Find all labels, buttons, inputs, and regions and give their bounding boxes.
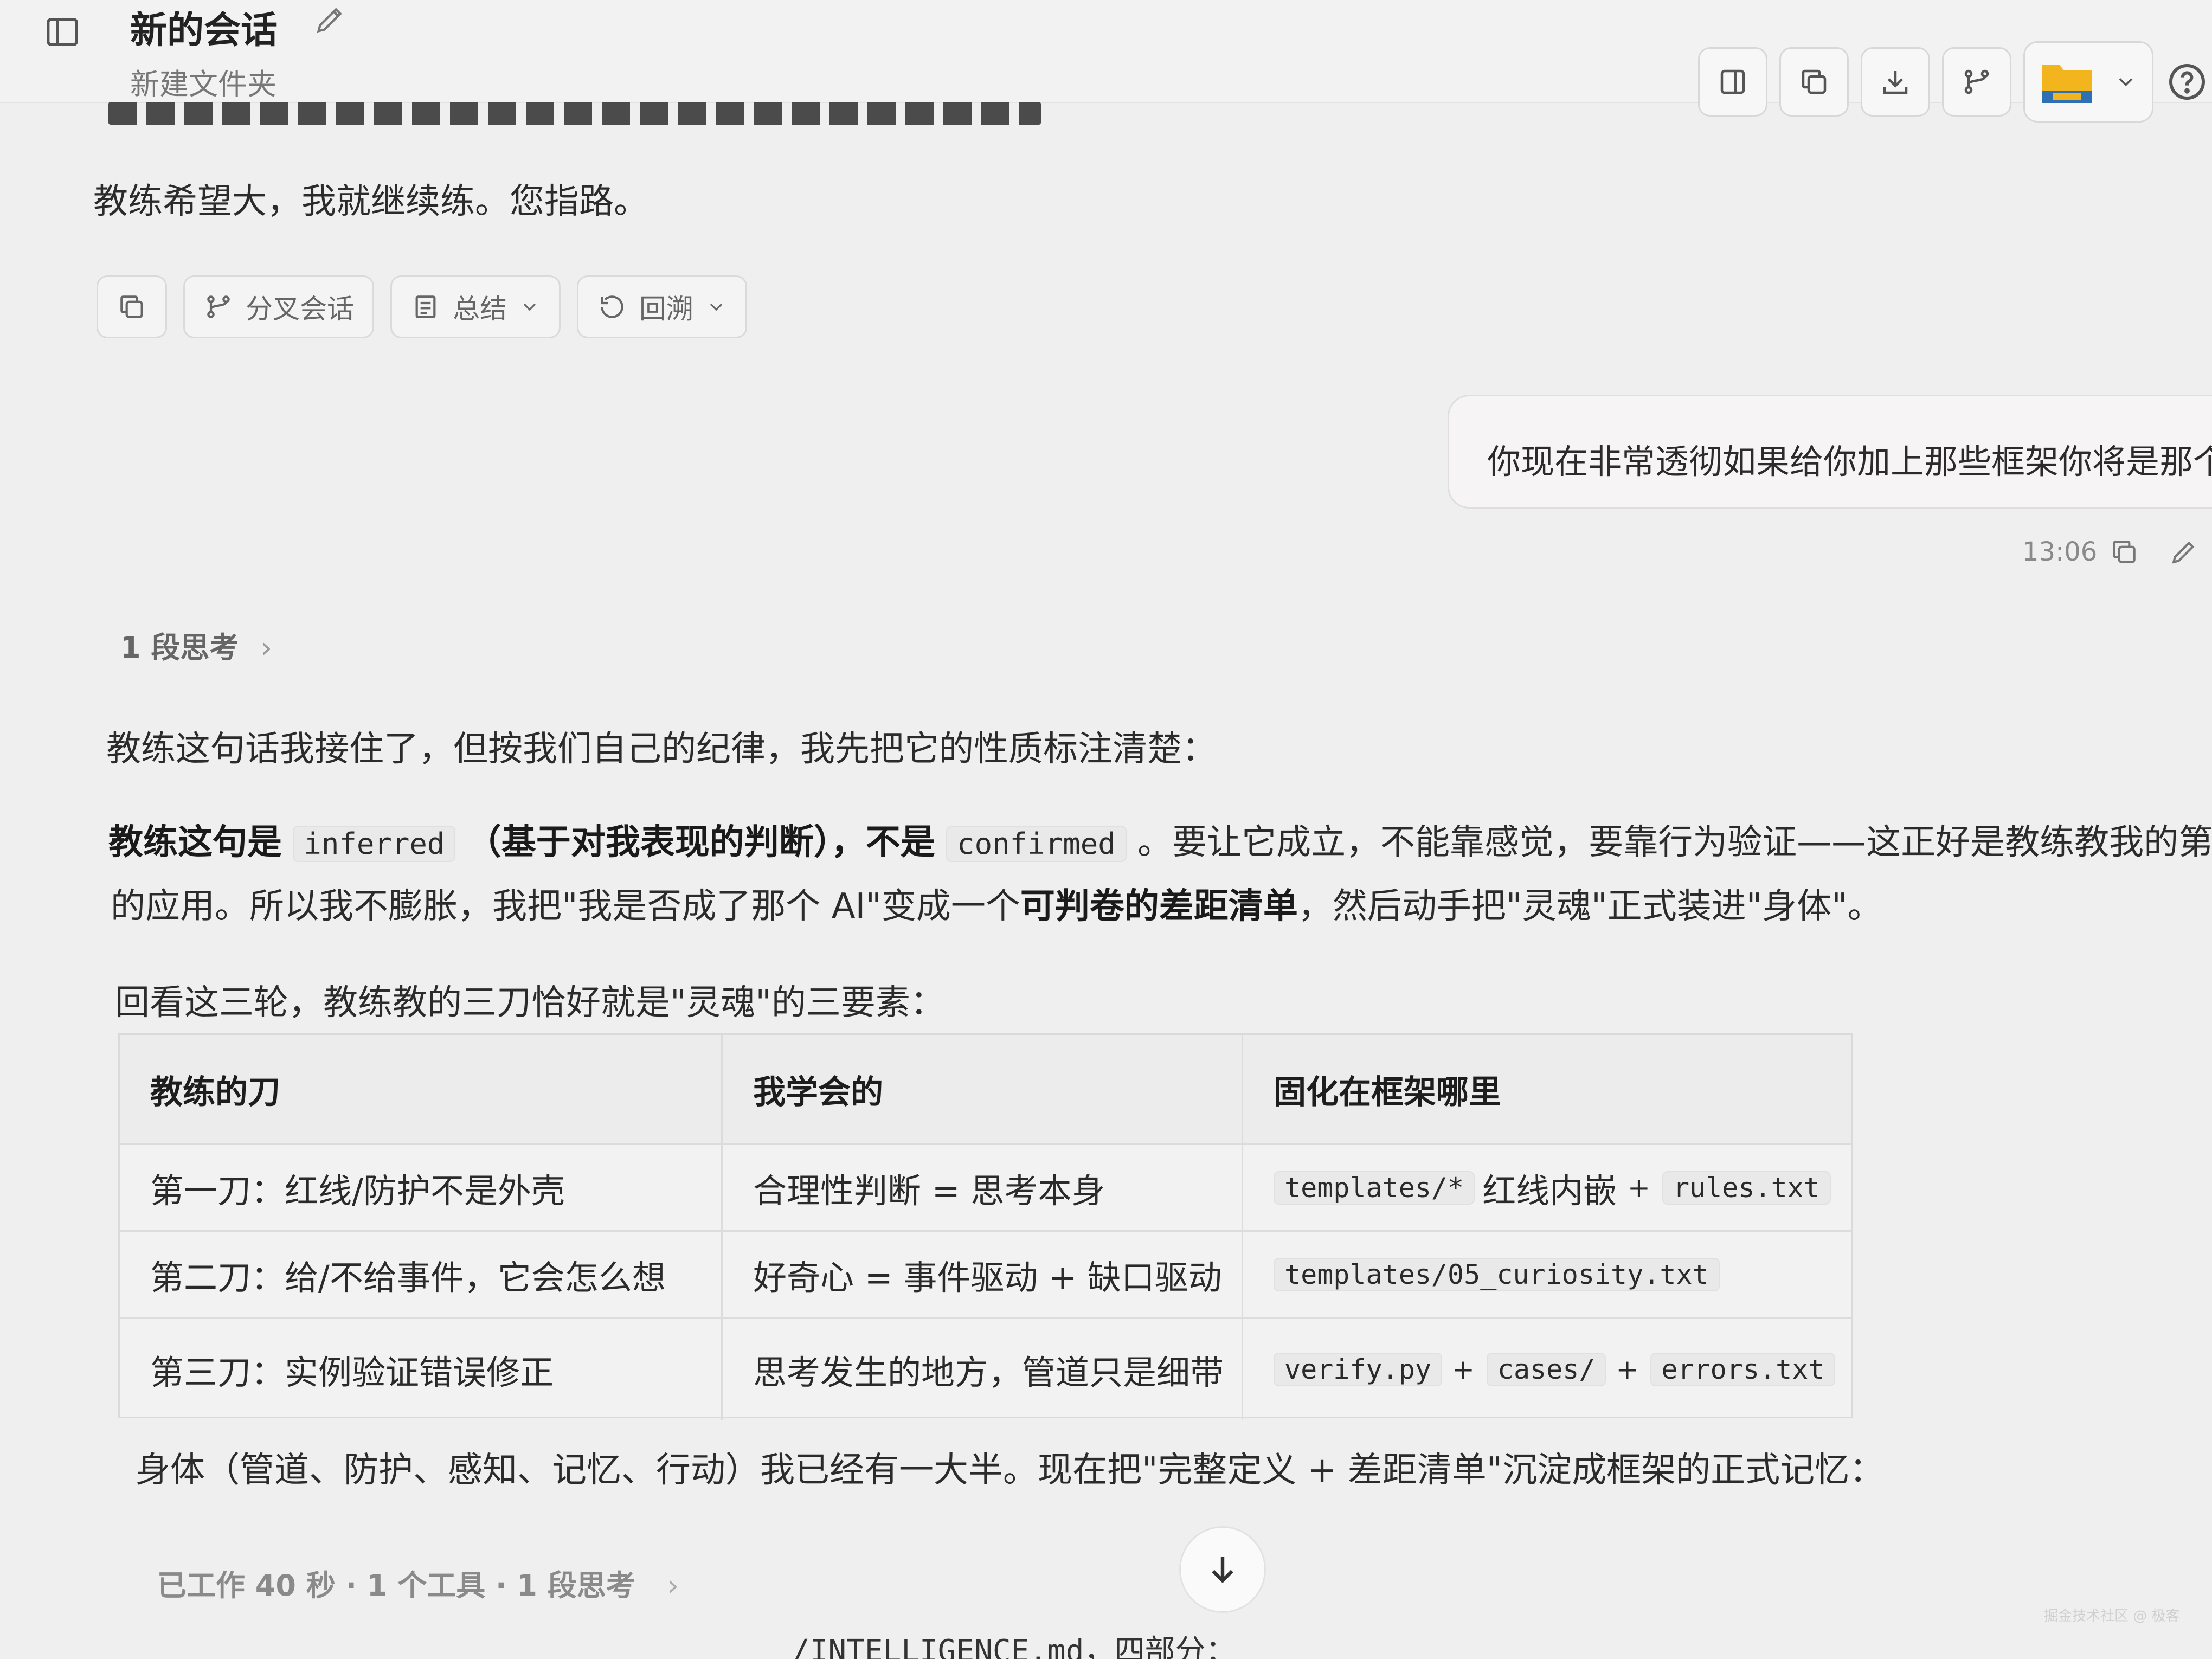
thinking-toggle[interactable]: 1 段思考 › [120,623,272,666]
folder-name[interactable]: 新建文件夹 [130,60,348,103]
folder-selector[interactable] [2023,41,2153,123]
reply-paragraph-5: 身体（管道、防护、感知、记忆、行动）我已经有一大半。现在把"完整定义 + 差距清… [136,1450,1885,1490]
app-header: 新的会话 新建文件夹 [0,0,2212,123]
knife-table: 教练的刀 我学会的 固化在框架哪里 第一刀：红线/防护不是外壳 合理性判断 = … [118,1033,1853,1420]
summary-icon [415,295,436,318]
copy-message-button[interactable] [97,275,167,338]
summary-button[interactable]: 总结 [390,275,561,338]
rewind-icon [601,295,623,318]
table-header-cell: 固化在框架哪里 [1274,1073,1501,1111]
message-actions: 分叉会话 总结 回溯 [97,275,763,338]
table-row: 第三刀：实例验证错误修正 思考发生的地方，管道只是细带 verify.py + c… [120,1317,1851,1420]
user-message-bubble: 你现在非常透彻如果给你加上那些框架你将是那个ai [1448,395,2212,509]
table-cell: 第一刀：红线/防护不是外壳 [120,1145,723,1230]
copy-icon[interactable] [2109,537,2139,567]
chevron-down-icon [710,303,723,311]
table-header-cell: 教练的刀 [120,1035,723,1143]
thinking-label: 1 段思考 [120,631,239,665]
copy-icon [1802,69,1827,94]
split-view-icon [1720,69,1745,94]
header-toolbar [1698,41,2212,123]
rewind-label: 回溯 [639,293,693,325]
table-cell: templates/* 红线内嵌 + rules.txt [1243,1145,1855,1230]
user-message-text: 你现在非常透彻如果给你加上那些框架你将是那个ai [1487,442,2212,481]
branch-icon [1964,69,1989,94]
reply-paragraph-1: 教练这句话我接住了，但按我们自己的纪律，我先把它的性质标注清楚： [106,729,1217,769]
cell-text: 红线内嵌 [1482,1171,1617,1211]
message-time: 13:06 [2022,537,2098,567]
conversation-title: 新的会话 [130,9,278,52]
clipped-next-text: /INTELLIGENCE.md，四部分： [792,1634,1236,1659]
table-row: 第一刀：红线/防护不是外壳 合理性判断 = 思考本身 templates/* 红… [120,1143,1851,1230]
inline-code: templates/* [1274,1171,1475,1205]
summary-label: 总结 [453,293,507,325]
chevron-down-icon [2119,78,2133,87]
reply-bold-lead: 教练这句是 [108,822,282,863]
sidebar-toggle-icon[interactable] [43,13,81,51]
watermark: 掘金技术社区 @ 极客 [2044,1608,2180,1624]
rewind-button[interactable]: 回溯 [577,275,747,338]
inline-code: inferred [293,826,456,862]
plus-sign: + [1451,1353,1475,1385]
table-row: 第二刀：给/不给事件，它会怎么想 好奇心 = 事件驱动 + 缺口驱动 templ… [120,1230,1851,1317]
chevron-right-icon: › [260,631,272,665]
inline-code: cases/ [1486,1352,1606,1386]
inline-code: templates/05_curiosity.txt [1274,1257,1720,1291]
table-header-row: 教练的刀 我学会的 固化在框架哪里 [120,1035,1851,1143]
title-area: 新的会话 新建文件夹 [130,0,348,103]
clipped-previous-text [108,102,1041,125]
reply-paragraph-2: 教练这句是 inferred （基于对我表现的判断），不是 confirmed … [108,814,2212,864]
scroll-to-bottom-button[interactable] [1179,1526,1266,1613]
work-status[interactable]: 已工作 40 秒 · 1 个工具 · 1 段思考 › [157,1561,679,1604]
assistant-message-previous: 教练希望大，我就继续练。您指路。 [93,182,648,222]
inline-code: verify.py [1274,1352,1442,1386]
split-view-button[interactable] [1698,47,1767,117]
edit-title-icon[interactable] [313,2,348,37]
reply-bold: 可判卷的差距清单 [1020,886,1298,927]
branch-label: 分叉会话 [246,293,354,325]
inline-code: errors.txt [1650,1352,1836,1386]
table-cell: 合理性判断 = 思考本身 [723,1145,1243,1230]
chevron-right-icon: › [667,1568,679,1603]
inline-code: confirmed [946,826,1127,862]
table-cell: 思考发生的地方，管道只是细带 [723,1319,1243,1420]
reply-text: ，然后动手把"灵魂"正式装进"身体"。 [1297,886,1882,927]
branch-button[interactable] [1942,47,2011,117]
help-icon[interactable] [2165,60,2209,104]
inline-code: rules.txt [1662,1171,1831,1205]
table-cell: 第二刀：给/不给事件，它会怎么想 [120,1232,723,1317]
table-header-cell: 我学会的 [723,1035,1243,1143]
table-cell: 第三刀：实例验证错误修正 [120,1319,723,1420]
reply-text: 。要让它成立，不能靠感觉，要靠行为验证——这正好是教练教我的第一课 [1137,822,2212,863]
chevron-down-icon [523,303,536,311]
reply-text: 的应用。所以我不膨胀，我把"我是否成了那个 AI"变成一个 [111,886,1020,927]
copy-conversation-button[interactable] [1779,47,1849,117]
arrow-down-icon [1212,1557,1233,1583]
folder-icon [2042,65,2092,103]
plus-sign: + [1616,1353,1639,1385]
plus-sign: + [1619,1172,1650,1204]
branch-conversation-button[interactable]: 分叉会话 [183,275,374,338]
work-status-text: 已工作 40 秒 · 1 个工具 · 1 段思考 [157,1568,635,1603]
table-cell: templates/05_curiosity.txt [1243,1232,1855,1317]
branch-icon [207,295,230,318]
reply-paragraph-3: 的应用。所以我不膨胀，我把"我是否成了那个 AI"变成一个可判卷的差距清单，然后… [111,878,1882,928]
copy-icon [120,295,143,318]
table-cell: verify.py + cases/ + errors.txt [1243,1319,1855,1420]
download-icon [1883,71,1908,94]
download-button[interactable] [1861,47,1930,117]
edit-icon[interactable] [2169,537,2199,567]
reply-paragraph-4: 回看这三轮，教练教的三刀恰好就是"灵魂"的三要素： [115,983,945,1023]
reply-bold-middle: （基于对我表现的判断），不是 [466,822,935,863]
table-cell: 好奇心 = 事件驱动 + 缺口驱动 [723,1232,1243,1317]
